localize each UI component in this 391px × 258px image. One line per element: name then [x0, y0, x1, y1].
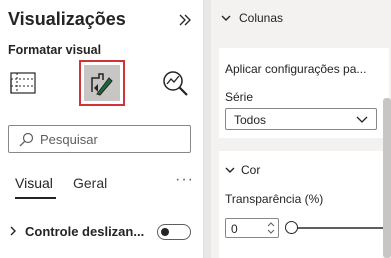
visualizations-app: Visualizações Formatar visual Pesquisar …: [0, 0, 391, 258]
color-section-label: Cor: [241, 163, 261, 177]
format-visual-button[interactable]: [79, 60, 125, 106]
columns-section-label: Colunas: [239, 11, 284, 25]
pane-title: Visualizações: [8, 9, 126, 29]
transparency-spinbox[interactable]: 0: [225, 218, 279, 238]
chevron-down-icon: [221, 15, 231, 21]
build-visual-icon: [10, 72, 36, 94]
build-visual-button[interactable]: [0, 58, 46, 108]
transparency-value: 0: [231, 222, 238, 236]
format-visual-heading: Formatar visual: [8, 43, 102, 57]
visualizations-pane: Visualizações Formatar visual Pesquisar …: [0, 0, 204, 258]
apply-settings-title: Aplicar configurações pa...: [225, 62, 367, 76]
columns-section-header[interactable]: Colunas: [221, 11, 283, 25]
tab-visual[interactable]: Visual: [15, 175, 53, 191]
slider-control-section[interactable]: Controle deslizan...: [8, 222, 198, 244]
search-placeholder: Pesquisar: [40, 132, 98, 147]
collapse-pane-icon[interactable]: [177, 12, 193, 28]
analytics-button[interactable]: [152, 58, 198, 108]
slider-toggle[interactable]: [157, 224, 191, 240]
search-icon: [19, 132, 34, 147]
chevron-right-icon: [10, 226, 16, 236]
more-options-icon[interactable]: ···: [175, 171, 194, 189]
scrollbar[interactable]: [383, 98, 391, 258]
series-dropdown-value: Todos: [234, 113, 267, 127]
format-settings-pane: Colunas Aplicar configurações pa... Séri…: [211, 0, 391, 258]
toggle-knob: [161, 228, 169, 236]
chevron-down-icon: [225, 167, 235, 173]
series-label: Série: [225, 90, 254, 104]
format-visual-icon: [91, 73, 113, 96]
color-section-header[interactable]: Cor: [225, 163, 260, 177]
slider-track: [291, 227, 385, 229]
color-card: Cor Transparência (%) 0: [219, 151, 389, 258]
search-input[interactable]: Pesquisar: [8, 125, 191, 153]
slider-section-label: Controle deslizan...: [25, 224, 145, 239]
dropdown-chevron-icon: [356, 116, 368, 123]
apply-settings-card: Aplicar configurações pa... Série Todos: [219, 48, 389, 138]
tab-selected-underline: [15, 197, 56, 199]
series-dropdown[interactable]: Todos: [225, 108, 377, 130]
format-tabs: Visual Geral ···: [15, 171, 195, 203]
tab-geral[interactable]: Geral: [73, 175, 107, 191]
spin-arrows-icon[interactable]: [266, 220, 276, 236]
analytics-icon: [163, 71, 188, 96]
slider-thumb[interactable]: [285, 221, 298, 234]
transparency-label: Transparência (%): [225, 192, 324, 206]
transparency-slider[interactable]: [285, 219, 385, 235]
format-visual-selected-bg: [84, 65, 120, 101]
